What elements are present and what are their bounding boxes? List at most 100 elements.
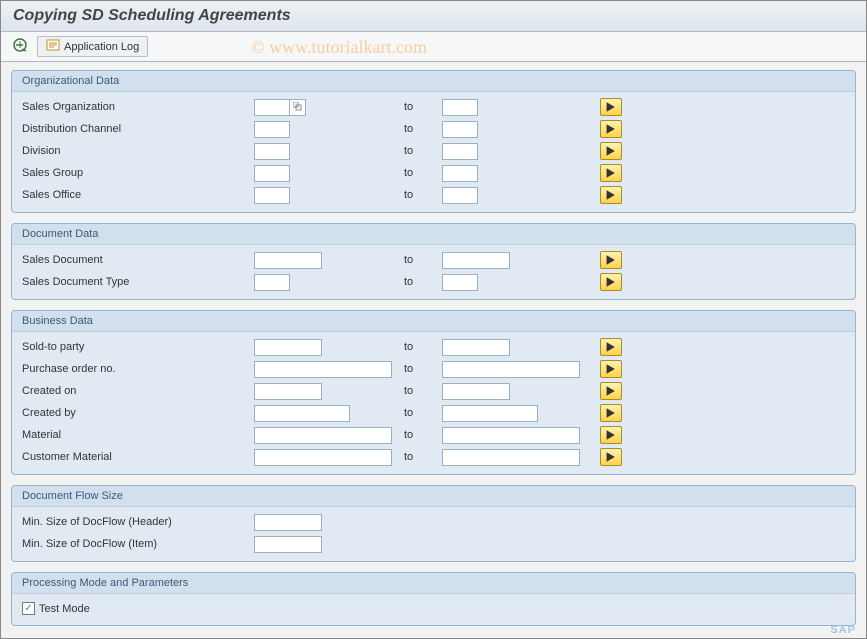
row-sales-document-type: Sales Document Type to [12, 271, 855, 293]
docflow-item-input[interactable] [254, 536, 322, 553]
customer-material-from-input[interactable] [254, 449, 392, 466]
docflow-header-input[interactable] [254, 514, 322, 531]
arrow-right-icon [606, 253, 616, 268]
row-division: Division to [12, 140, 855, 162]
sales-organization-from-input[interactable] [254, 99, 290, 116]
toolbar: Application Log [1, 32, 866, 62]
multiple-selection-button[interactable] [600, 251, 622, 269]
group-document-data: Document Data Sales Document to Sales Do… [11, 223, 856, 300]
material-to-input[interactable] [442, 427, 580, 444]
label-division: Division [22, 145, 254, 157]
arrow-right-icon [606, 450, 616, 465]
multiple-selection-button[interactable] [600, 273, 622, 291]
created-by-from-input[interactable] [254, 405, 350, 422]
execute-button[interactable] [11, 38, 31, 56]
log-icon [46, 39, 60, 54]
value-help-icon[interactable] [290, 99, 306, 116]
row-sold-to-party: Sold-to party to [12, 336, 855, 358]
group-processing-mode: Processing Mode and Parameters ✓ Test Mo… [11, 572, 856, 626]
multiple-selection-button[interactable] [600, 360, 622, 378]
multiple-selection-button[interactable] [600, 98, 622, 116]
arrow-right-icon [606, 406, 616, 421]
execute-icon [13, 38, 29, 55]
arrow-right-icon [606, 384, 616, 399]
material-from-input[interactable] [254, 427, 392, 444]
label-sales-document: Sales Document [22, 254, 254, 266]
label-sales-document-type: Sales Document Type [22, 276, 254, 288]
to-label: to [404, 123, 442, 135]
arrow-right-icon [606, 362, 616, 377]
to-label: to [404, 189, 442, 201]
label-docflow-header: Min. Size of DocFlow (Header) [22, 516, 254, 528]
sales-document-from-input[interactable] [254, 252, 322, 269]
sap-logo: SAP [830, 624, 856, 636]
row-sales-group: Sales Group to [12, 162, 855, 184]
distribution-channel-from-input[interactable] [254, 121, 290, 138]
customer-material-to-input[interactable] [442, 449, 580, 466]
row-created-by: Created by to [12, 402, 855, 424]
division-from-input[interactable] [254, 143, 290, 160]
label-sales-group: Sales Group [22, 167, 254, 179]
sales-office-from-input[interactable] [254, 187, 290, 204]
sales-group-to-input[interactable] [442, 165, 478, 182]
row-distribution-channel: Distribution Channel to [12, 118, 855, 140]
multiple-selection-button[interactable] [600, 120, 622, 138]
multiple-selection-button[interactable] [600, 382, 622, 400]
label-distribution-channel: Distribution Channel [22, 123, 254, 135]
purchase-order-to-input[interactable] [442, 361, 580, 378]
label-sales-organization: Sales Organization [22, 101, 254, 113]
sales-office-to-input[interactable] [442, 187, 478, 204]
to-label: to [404, 254, 442, 266]
multiple-selection-button[interactable] [600, 448, 622, 466]
created-on-from-input[interactable] [254, 383, 322, 400]
label-created-by: Created by [22, 407, 254, 419]
sales-organization-to-input[interactable] [442, 99, 478, 116]
arrow-right-icon [606, 144, 616, 159]
group-title: Document Data [12, 224, 855, 245]
group-business-data: Business Data Sold-to party to Purchase … [11, 310, 856, 475]
distribution-channel-to-input[interactable] [442, 121, 478, 138]
group-title: Business Data [12, 311, 855, 332]
label-sales-office: Sales Office [22, 189, 254, 201]
to-label: to [404, 276, 442, 288]
created-by-to-input[interactable] [442, 405, 538, 422]
sold-to-to-input[interactable] [442, 339, 510, 356]
arrow-right-icon [606, 166, 616, 181]
label-customer-material: Customer Material [22, 451, 254, 463]
to-label: to [404, 101, 442, 113]
sold-to-from-input[interactable] [254, 339, 322, 356]
to-label: to [404, 407, 442, 419]
label-purchase-order: Purchase order no. [22, 363, 254, 375]
group-organizational-data: Organizational Data Sales Organization t… [11, 70, 856, 213]
multiple-selection-button[interactable] [600, 142, 622, 160]
sales-document-to-input[interactable] [442, 252, 510, 269]
row-sales-organization: Sales Organization to [12, 96, 855, 118]
purchase-order-from-input[interactable] [254, 361, 392, 378]
label-created-on: Created on [22, 385, 254, 397]
label-docflow-item: Min. Size of DocFlow (Item) [22, 538, 254, 550]
sales-document-type-to-input[interactable] [442, 274, 478, 291]
sales-document-type-from-input[interactable] [254, 274, 290, 291]
multiple-selection-button[interactable] [600, 338, 622, 356]
multiple-selection-button[interactable] [600, 164, 622, 182]
group-document-flow-size: Document Flow Size Min. Size of DocFlow … [11, 485, 856, 562]
arrow-right-icon [606, 428, 616, 443]
application-log-label: Application Log [64, 41, 139, 53]
multiple-selection-button[interactable] [600, 404, 622, 422]
row-docflow-item: Min. Size of DocFlow (Item) [12, 533, 855, 555]
multiple-selection-button[interactable] [600, 426, 622, 444]
to-label: to [404, 363, 442, 375]
division-to-input[interactable] [442, 143, 478, 160]
row-created-on: Created on to [12, 380, 855, 402]
arrow-right-icon [606, 275, 616, 290]
sales-group-from-input[interactable] [254, 165, 290, 182]
multiple-selection-button[interactable] [600, 186, 622, 204]
created-on-to-input[interactable] [442, 383, 510, 400]
page-title: Copying SD Scheduling Agreements [1, 1, 866, 32]
arrow-right-icon [606, 340, 616, 355]
to-label: to [404, 167, 442, 179]
to-label: to [404, 429, 442, 441]
row-material: Material to [12, 424, 855, 446]
test-mode-checkbox[interactable]: ✓ [22, 602, 35, 615]
application-log-button[interactable]: Application Log [37, 36, 148, 57]
